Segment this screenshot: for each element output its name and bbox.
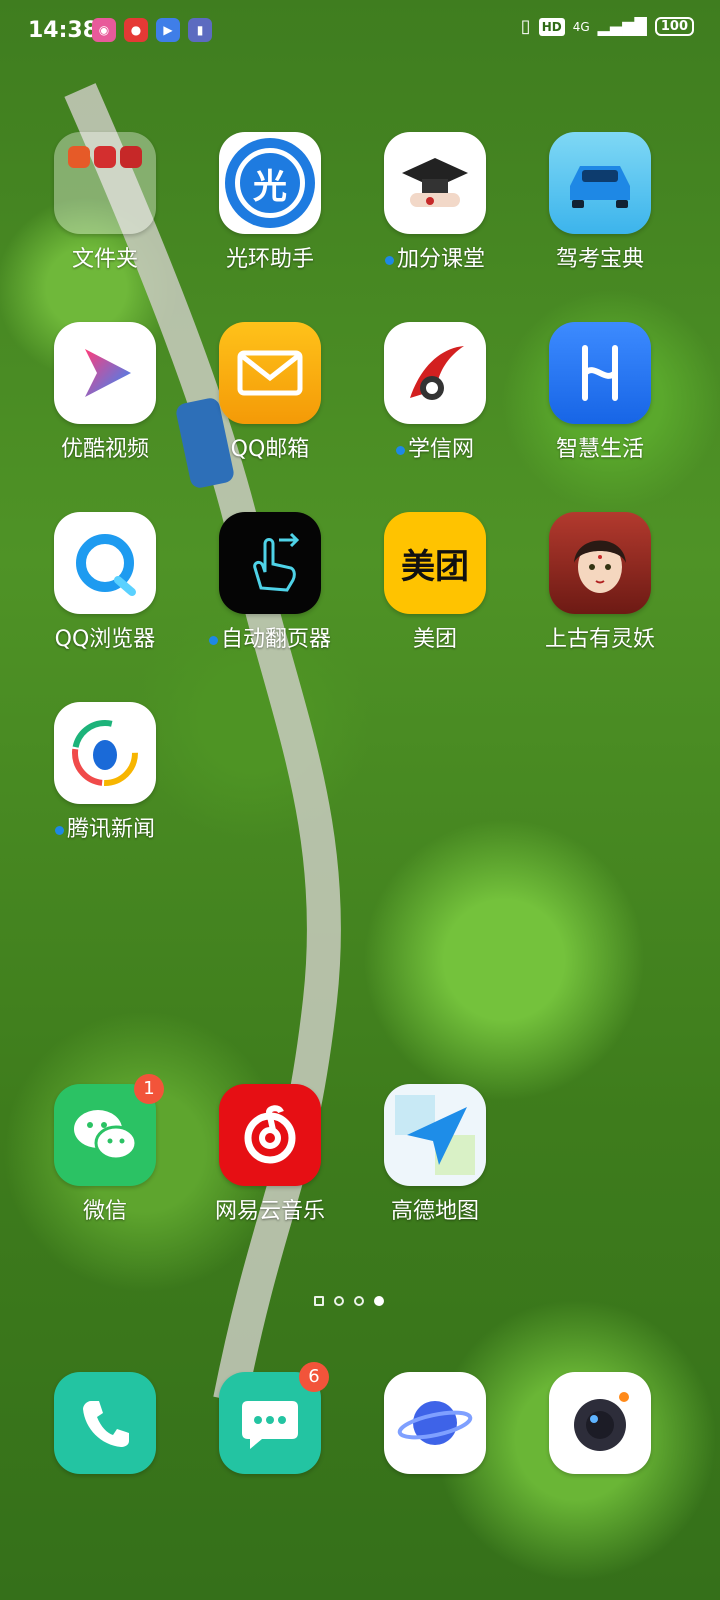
camera-icon [549,1372,651,1474]
app-label: 光环助手 [225,247,314,272]
app-label: 高德地图 [390,1199,479,1224]
folder-icon [54,132,156,234]
app-label: 微信 [82,1199,127,1224]
qq-browser-icon [54,512,156,614]
unread-badge: 6 [299,1362,329,1392]
app-meituan[interactable]: 美团 美团 [355,512,515,654]
app-qq-browser[interactable]: QQ浏览器 [25,512,185,654]
app-label: 学信网 [355,436,515,464]
app-folder[interactable]: 文件夹 [25,132,185,274]
page-dot-search[interactable] [314,1296,324,1306]
meituan-icon: 美团 [384,512,486,614]
hd-badge: HD [538,17,565,36]
app-guanghuan[interactable]: 光 光环助手 [190,132,350,274]
file-notification-icon: ▮ [188,18,212,42]
app-tencent-news[interactable]: 腾讯新闻 [25,702,185,844]
mail-icon [219,322,321,424]
app-label: 网易云音乐 [214,1199,325,1224]
page-indicator[interactable] [314,1296,384,1306]
page-dot[interactable] [334,1296,344,1306]
app-xuexin[interactable]: 学信网 [355,322,515,464]
dock-phone[interactable] [25,1372,185,1474]
game-character-icon [549,512,651,614]
new-dot [395,445,405,455]
app-label: 优酷视频 [60,437,149,462]
app-label: 腾讯新闻 [25,816,185,844]
unread-badge: 1 [134,1074,164,1104]
app-qq-mail[interactable]: QQ邮箱 [190,322,350,464]
network-type: 4G [572,19,590,34]
guanghuan-icon: 光 [219,132,321,234]
wechat-icon: 1 [54,1074,164,1186]
app-label: QQ邮箱 [230,437,310,462]
dock-browser[interactable] [355,1372,515,1474]
clock: 14:38 [28,18,99,43]
app-amap[interactable]: 高德地图 [355,1084,515,1226]
location-notification-icon: ◉ [92,18,116,42]
battery-level: 100 [654,17,694,36]
page-dot[interactable] [354,1296,364,1306]
tencent-news-icon [54,702,156,804]
amap-icon [384,1084,486,1186]
dock-messages[interactable]: 6 [190,1362,350,1474]
app-label: 文件夹 [71,247,138,272]
signal-icon: ▂▄▆█ [597,17,647,36]
swipe-hand-icon [219,512,321,614]
app-label: 加分课堂 [355,246,515,274]
browser-planet-icon [384,1372,486,1474]
vibrate-icon: ▯ [520,16,531,37]
netease-music-icon [219,1084,321,1186]
smart-life-icon [549,322,651,424]
page-dot-current[interactable] [374,1296,384,1306]
new-dot [54,825,64,835]
graduation-cap-icon [384,132,486,234]
xuexin-icon [384,322,486,424]
status-bar: 14:38 ◉ ● ▶ ▮ ▯ HD 4G ▂▄▆█ 100 [0,0,720,64]
app-label: 驾考宝典 [555,247,644,272]
app-shanggu-youlingyao[interactable]: 上古有灵妖 [520,512,680,654]
new-dot [208,635,218,645]
dock-camera[interactable] [520,1372,680,1474]
youku-play-icon [54,322,156,424]
app-wechat[interactable]: 1 微信 [25,1074,185,1226]
phone-icon [54,1372,156,1474]
app-jiafen-ketang[interactable]: 加分课堂 [355,132,515,274]
app-label: 美团 [412,627,457,652]
app-label: 自动翻页器 [190,626,350,654]
app-netease-music[interactable]: 网易云音乐 [190,1084,350,1226]
video-notification-icon: ▶ [156,18,180,42]
system-indicators: ▯ HD 4G ▂▄▆█ 100 [521,16,694,37]
app-auto-page-turner[interactable]: 自动翻页器 [190,512,350,654]
app-label: 智慧生活 [555,437,644,462]
notification-icons: ◉ ● ▶ ▮ [92,18,212,42]
app-smart-life[interactable]: 智慧生活 [520,322,680,464]
app-jiakao-baodian[interactable]: 驾考宝典 [520,132,680,274]
app-youku[interactable]: 优酷视频 [25,322,185,464]
car-icon [549,132,651,234]
new-dot [384,255,394,265]
app-label: QQ浏览器 [54,627,156,652]
app-label: 上古有灵妖 [544,627,655,652]
app-notification-icon: ● [124,18,148,42]
messages-icon: 6 [219,1362,329,1474]
